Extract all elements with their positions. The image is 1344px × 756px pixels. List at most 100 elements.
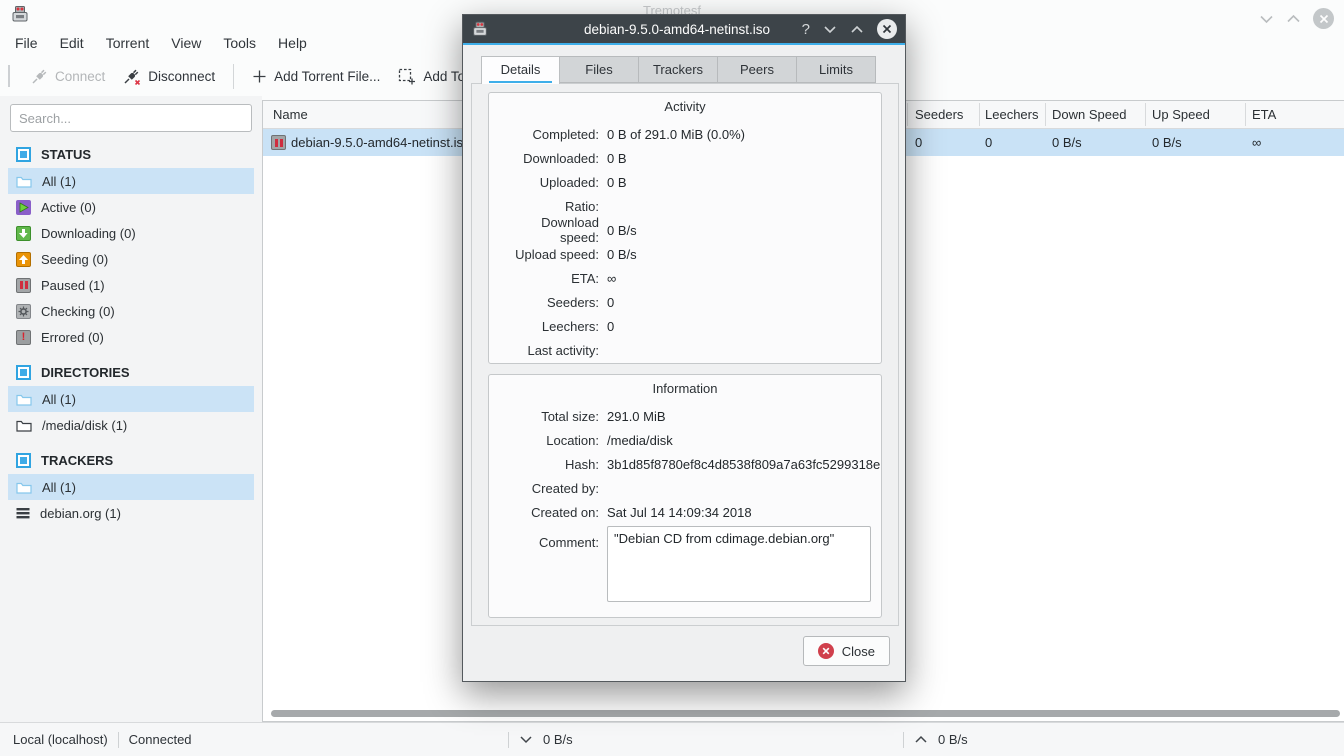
column-divider[interactable] (1045, 103, 1046, 126)
menu-bar: File Edit Torrent View Tools Help (4, 30, 318, 56)
sidebar-item-directories-all[interactable]: All (1) (8, 386, 254, 412)
sidebar-item-tracker-debian[interactable]: debian.org (1) (8, 500, 254, 526)
column-header-seeders[interactable]: Seeders (915, 107, 963, 122)
app-window: Tremotesf File Edit Torrent View Tools H… (0, 0, 1344, 756)
error-icon: ! (16, 330, 31, 345)
help-button[interactable]: ? (802, 21, 810, 38)
item-label: Active (0) (41, 200, 96, 215)
activity-group: Activity Completed:0 B of 291.0 MiB (0.0… (488, 92, 882, 364)
field-value: 0 B (607, 175, 627, 190)
cell-down-speed: 0 B/s (1052, 135, 1082, 150)
sidebar-item-seeding[interactable]: Seeding (0) (8, 246, 254, 272)
field-label: Hash: (499, 457, 599, 472)
menu-view[interactable]: View (160, 32, 212, 54)
close-button[interactable]: Close (803, 636, 890, 666)
search-input[interactable] (10, 104, 252, 132)
folder-icon (16, 175, 32, 188)
sidebar-item-status-all[interactable]: All (1) (8, 168, 254, 194)
sidebar-item-paused[interactable]: Paused (1) (8, 272, 254, 298)
server-name-label: Local (localhost) (13, 732, 108, 747)
plus-icon (252, 69, 267, 84)
close-icon (818, 643, 834, 659)
toolbar-drag-handle[interactable] (8, 65, 10, 87)
window-controls (1259, 8, 1334, 29)
information-group: Information Total size:291.0 MiB Locatio… (488, 374, 882, 618)
field-value: ∞ (607, 271, 616, 286)
sidebar-section-trackers[interactable]: TRACKERS (8, 448, 254, 472)
tab-peers[interactable]: Peers (718, 56, 797, 83)
sidebar-section-directories[interactable]: DIRECTORIES (8, 360, 254, 384)
column-divider[interactable] (1145, 103, 1146, 126)
tab-files[interactable]: Files (560, 56, 639, 83)
connection-status-label: Connected (129, 732, 192, 747)
column-divider[interactable] (979, 103, 980, 126)
add-torrent-file-button[interactable]: Add Torrent File... (243, 64, 389, 89)
column-header-leechers[interactable]: Leechers (985, 107, 1038, 122)
dialog-maximize-icon[interactable] (850, 25, 864, 34)
connect-button[interactable]: Connect (22, 63, 114, 90)
tracker-list-icon (16, 507, 30, 519)
sidebar-item-checking[interactable]: Checking (0) (8, 298, 254, 324)
field-label: Leechers: (499, 319, 599, 334)
field-value: 0 (607, 295, 614, 310)
menu-file[interactable]: File (4, 32, 49, 54)
menu-torrent[interactable]: Torrent (95, 32, 161, 54)
sidebar-item-errored[interactable]: ! Errored (0) (8, 324, 254, 350)
section-title: STATUS (41, 147, 91, 162)
window-maximize-icon[interactable] (1286, 14, 1301, 24)
item-label: All (1) (42, 174, 76, 189)
dialog-minimize-icon[interactable] (823, 25, 837, 34)
field-label: Total size: (499, 409, 599, 424)
menu-edit[interactable]: Edit (49, 32, 95, 54)
sidebar-item-downloading[interactable]: Downloading (0) (8, 220, 254, 246)
field-label: Ratio: (499, 199, 599, 214)
statusbar-divider (118, 732, 119, 748)
field-value: 0 (607, 319, 614, 334)
comment-label: Comment: (499, 526, 599, 550)
dialog-title: debian-9.5.0-amd64-netinst.iso (553, 22, 801, 37)
group-title: Information (499, 380, 871, 398)
dialog-titlebar: debian-9.5.0-amd64-netinst.iso ? (463, 15, 905, 43)
add-link-icon (398, 68, 416, 85)
details-tab-pane: Activity Completed:0 B of 291.0 MiB (0.0… (471, 83, 899, 626)
field-value: 291.0 MiB (607, 409, 666, 424)
folder-icon (16, 419, 32, 432)
group-title: Activity (499, 98, 871, 116)
sidebar-item-media-disk[interactable]: /media/disk (1) (8, 412, 254, 438)
menu-tools[interactable]: Tools (212, 32, 267, 54)
column-header-eta[interactable]: ETA (1252, 107, 1276, 122)
tab-limits[interactable]: Limits (797, 56, 876, 83)
column-header-up-speed[interactable]: Up Speed (1152, 107, 1210, 122)
window-minimize-icon[interactable] (1259, 14, 1274, 24)
tab-bar: Details Files Trackers Peers Limits (481, 56, 876, 84)
sidebar-item-active[interactable]: Active (0) (8, 194, 254, 220)
disconnect-button[interactable]: Disconnect (114, 63, 224, 90)
comment-textarea[interactable]: "Debian CD from cdimage.debian.org" (607, 526, 871, 602)
add-torrent-file-label: Add Torrent File... (274, 69, 380, 84)
status-bar: Local (localhost) Connected 0 B/s 0 B/s (0, 722, 1344, 756)
tab-trackers[interactable]: Trackers (639, 56, 718, 83)
sidebar-item-trackers-all[interactable]: All (1) (8, 474, 254, 500)
column-divider[interactable] (1245, 103, 1246, 126)
item-label: All (1) (42, 480, 76, 495)
upload-speed-value: 0 B/s (938, 732, 968, 747)
section-title: DIRECTORIES (41, 365, 130, 380)
checkbox-icon (16, 147, 31, 162)
tab-details[interactable]: Details (481, 56, 560, 84)
field-label: Created on: (499, 505, 599, 520)
item-label: /media/disk (1) (42, 418, 127, 433)
column-header-name[interactable]: Name (273, 107, 308, 122)
menu-help[interactable]: Help (267, 32, 318, 54)
field-label: Download speed: (499, 215, 599, 245)
item-label: Downloading (0) (41, 226, 136, 241)
column-divider[interactable] (907, 103, 908, 126)
sidebar-section-status[interactable]: STATUS (8, 142, 254, 166)
horizontal-scrollbar[interactable] (271, 710, 1340, 717)
column-header-down-speed[interactable]: Down Speed (1052, 107, 1126, 122)
plug-disconnect-icon (123, 68, 141, 85)
upload-chevron-icon (914, 735, 928, 744)
window-close-icon[interactable] (1313, 8, 1334, 29)
statusbar-divider (508, 732, 509, 748)
tremotesf-app-icon (10, 4, 30, 24)
dialog-close-icon[interactable] (877, 19, 897, 39)
